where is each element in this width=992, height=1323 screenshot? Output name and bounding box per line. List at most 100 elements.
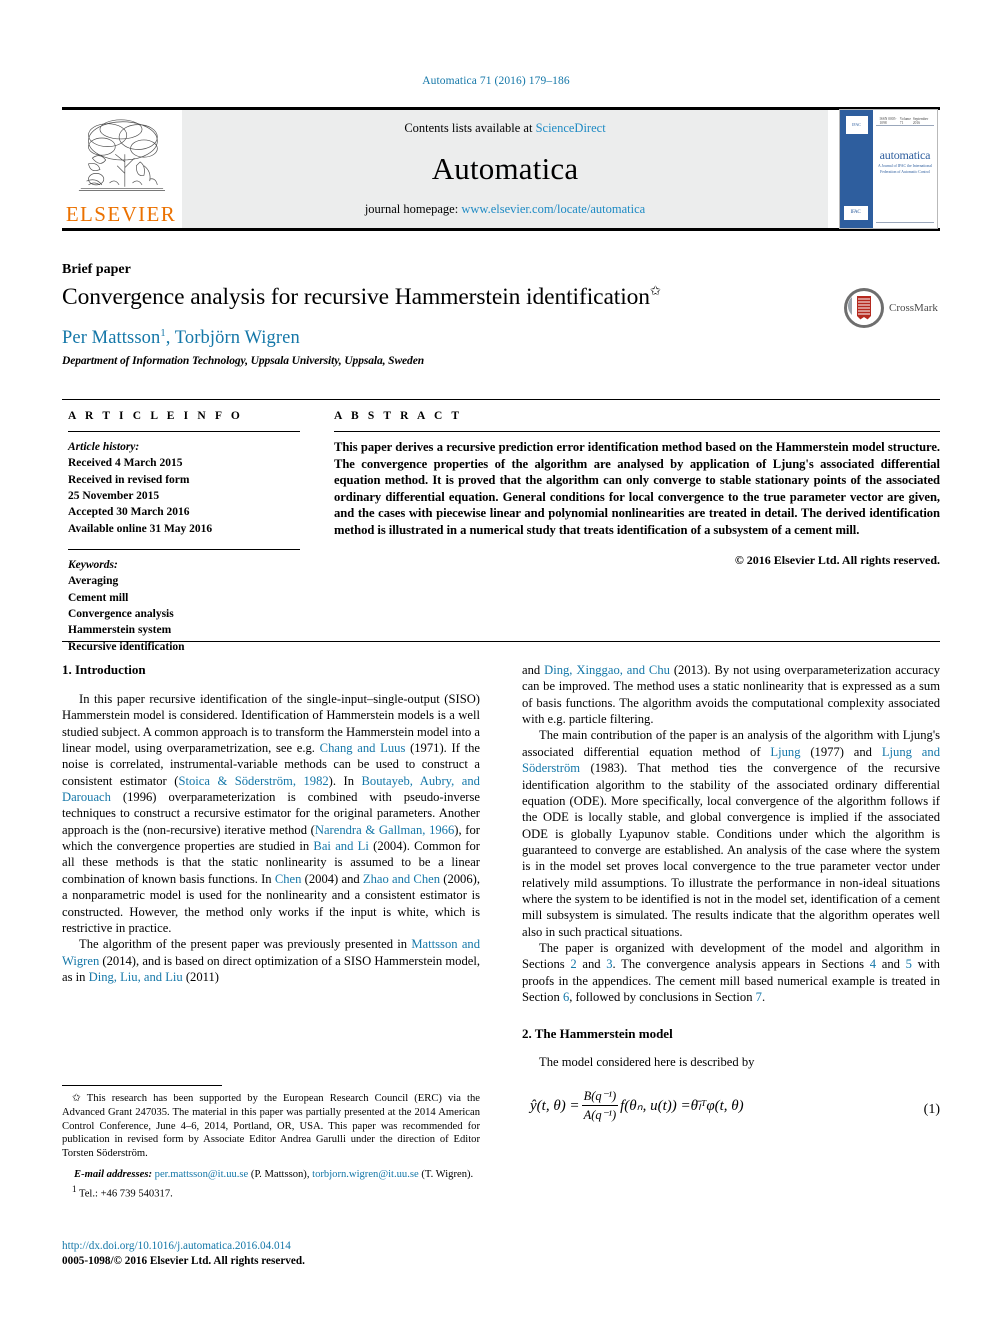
- citation-link[interactable]: Zhao and Chen: [363, 872, 440, 886]
- paragraph: The model considered here is described b…: [522, 1054, 940, 1070]
- contents-available-line: Contents lists available at ScienceDirec…: [404, 121, 605, 136]
- paragraph: The algorithm of the present paper was p…: [62, 936, 480, 985]
- article-history-item: Received 4 March 2015: [68, 457, 183, 470]
- cover-journal-subtitle: A Journal of IFAC the International Fede…: [877, 164, 933, 174]
- email-label: E-mail addresses:: [74, 1168, 152, 1180]
- author-one[interactable]: Per Mattsson: [62, 328, 160, 348]
- cover-header-left: ISSN 0005-1098: [879, 117, 897, 125]
- homepage-prefix: journal homepage:: [364, 202, 462, 216]
- footnote-emails: E-mail addresses: per.mattsson@it.uu.se …: [62, 1168, 480, 1182]
- sciencedirect-link[interactable]: ScienceDirect: [536, 121, 606, 135]
- text-run: The algorithm of the present paper was p…: [79, 937, 412, 952]
- body-column-left: 1. Introduction In this paper recursive …: [62, 662, 480, 985]
- article-history-item: Available online 31 May 2016: [68, 522, 213, 535]
- article-info-rule: [68, 431, 300, 432]
- citation-link[interactable]: Bai and Li: [313, 839, 368, 853]
- keywords-label: Keywords:: [68, 558, 118, 571]
- text-run: , followed by conclusions in Section: [569, 990, 756, 1005]
- paragraph: The paper is organized with development …: [522, 940, 940, 1005]
- text-run: (2004) and: [301, 871, 363, 886]
- contents-prefix: Contents lists available at: [404, 121, 536, 135]
- text-run: (1977) and: [800, 744, 882, 759]
- doi-link[interactable]: http://dx.doi.org/10.1016/j.automatica.2…: [62, 1239, 482, 1254]
- cover-header-line: ISSN 0005-1098 Volume 71 September 2016: [880, 117, 933, 125]
- elsevier-tree-icon: [78, 119, 165, 191]
- info-top-rule: [62, 399, 940, 400]
- elsevier-wordmark: ELSEVIER: [65, 202, 177, 226]
- citation-link[interactable]: Chen: [275, 872, 302, 886]
- equation-1: ŷ(t, θ) = B(q⁻¹) A(q⁻¹) f(θₙ, u(t)) = θ̄…: [522, 1087, 940, 1133]
- author-list: Per Mattsson1, Torbjörn Wigren: [62, 328, 300, 349]
- paragraph: and Ding, Xinggao, and Chu (2013). By no…: [522, 662, 940, 727]
- footnote-tel-text: Tel.: +46 739 540317.: [78, 1188, 173, 1200]
- journal-title: Automatica: [431, 151, 579, 186]
- cover-bottom-rule: [875, 222, 934, 223]
- citation-link[interactable]: Stoica & Söderström, 1982: [178, 774, 328, 788]
- footnote-telephone: 1 Tel.: +46 739 540317.: [62, 1184, 480, 1201]
- crossmark-label: CrossMark: [889, 302, 938, 314]
- paper-title-text: Convergence analysis for recursive Hamme…: [62, 283, 650, 310]
- text-run: (2011): [182, 970, 219, 984]
- crossmark-badge[interactable]: CrossMark: [843, 286, 943, 330]
- article-info-heading: A R T I C L E I N F O: [68, 410, 243, 422]
- text-run: and: [876, 957, 906, 972]
- article-type-label: Brief paper: [62, 262, 131, 277]
- email-owner: (P. Mattsson),: [248, 1168, 310, 1180]
- equation-lhs: ŷ(t, θ) =: [530, 1097, 580, 1114]
- abstract-heading: A B S T R A C T: [334, 410, 463, 422]
- article-history-item: 25 November 2015: [68, 489, 160, 502]
- title-footnote-marker: ✩: [649, 283, 661, 298]
- paper-page: Automatica 71 (2016) 179–186 ELSEVIER Co…: [0, 0, 992, 1323]
- doi-block: http://dx.doi.org/10.1016/j.automatica.2…: [62, 1239, 482, 1269]
- citation-link[interactable]: Narendra & Gallman, 1966: [315, 823, 454, 837]
- footnote-star-marker: ✩: [72, 1093, 81, 1104]
- article-info-block: A R T I C L E I N F O Article history: R…: [68, 410, 300, 655]
- citation-link[interactable]: Ljung: [770, 745, 800, 759]
- issn-copyright-line: 0005-1098/© 2016 Elsevier Ltd. All right…: [62, 1254, 305, 1267]
- equation-fraction: B(q⁻¹) A(q⁻¹): [581, 1088, 619, 1124]
- cover-header-right: September 2016: [912, 117, 929, 125]
- elsevier-logo: ELSEVIER: [62, 110, 180, 228]
- article-history-item: Received in revised form: [68, 473, 190, 486]
- keywords-block: Keywords: Averaging Cement mill Converge…: [68, 548, 300, 655]
- keyword-item: Cement mill: [68, 591, 129, 604]
- cover-journal-title: automatica: [879, 148, 931, 162]
- text-run: and: [576, 957, 607, 972]
- text-run: ). In: [328, 773, 362, 788]
- journal-masthead: ELSEVIER Contents lists available at Sci…: [62, 107, 940, 231]
- author-two[interactable]: , Torbjörn Wigren: [166, 328, 300, 348]
- equation-numerator: B(q⁻¹): [583, 1088, 617, 1103]
- email-link-mattsson[interactable]: per.mattsson@it.uu.se: [155, 1169, 249, 1180]
- journal-band: Contents lists available at ScienceDirec…: [182, 110, 828, 228]
- text-run: .: [761, 990, 766, 1005]
- footnote-block: ✩ This research has been supported by th…: [62, 1092, 480, 1201]
- journal-homepage-link[interactable]: www.elsevier.com/locate/automatica: [461, 202, 645, 216]
- section-heading-hammerstein-model: 2. The Hammerstein model: [522, 1025, 673, 1041]
- journal-cover-thumbnail: IFAC ISSN 0005-1098 Volume 71 September …: [836, 109, 940, 229]
- abstract-text: This paper derives a recursive predictio…: [334, 440, 940, 538]
- crossmark-icon: [844, 288, 884, 328]
- journal-homepage-line: journal homepage: www.elsevier.com/locat…: [365, 202, 645, 217]
- cover-ifac-badge-bottom: IFAC: [843, 206, 868, 220]
- text-run: The model considered here is described b…: [539, 1055, 755, 1070]
- keyword-item: Averaging: [68, 575, 119, 588]
- abstract-copyright: © 2016 Elsevier Ltd. All rights reserved…: [734, 552, 940, 567]
- email-link-wigren[interactable]: torbjorn.wigren@it.uu.se: [312, 1169, 419, 1180]
- paragraph: In this paper recursive identification o…: [62, 691, 480, 936]
- cover-header-mid: Volume 71: [899, 117, 911, 125]
- citation-link[interactable]: Ding, Xinggao, and Chu: [544, 663, 670, 677]
- abstract-block: A B S T R A C T This paper derives a rec…: [334, 410, 940, 568]
- equation-mid: f(θₙ, u(t)) =: [620, 1097, 691, 1114]
- cover-image: IFAC ISSN 0005-1098 Volume 71 September …: [838, 109, 938, 229]
- citation-link[interactable]: Chang and Luus: [320, 741, 406, 755]
- footnote-funding-text: This research has been supported by the …: [62, 1093, 480, 1160]
- footnote-tel-marker: 1: [72, 1183, 77, 1194]
- equation-denominator: A(q⁻¹): [581, 1105, 619, 1123]
- keyword-item: Convergence analysis: [68, 607, 174, 620]
- email-owner: (T. Wigren).: [418, 1168, 474, 1180]
- section-heading-introduction: 1. Introduction: [62, 662, 146, 677]
- text-run: (1983). That method ties the convergence…: [522, 761, 940, 939]
- equation-rhs: θ̄ₗᵀφ(t, θ): [690, 1097, 744, 1114]
- keywords-rule: [68, 548, 300, 550]
- citation-link[interactable]: Ding, Liu, and Liu: [89, 970, 183, 984]
